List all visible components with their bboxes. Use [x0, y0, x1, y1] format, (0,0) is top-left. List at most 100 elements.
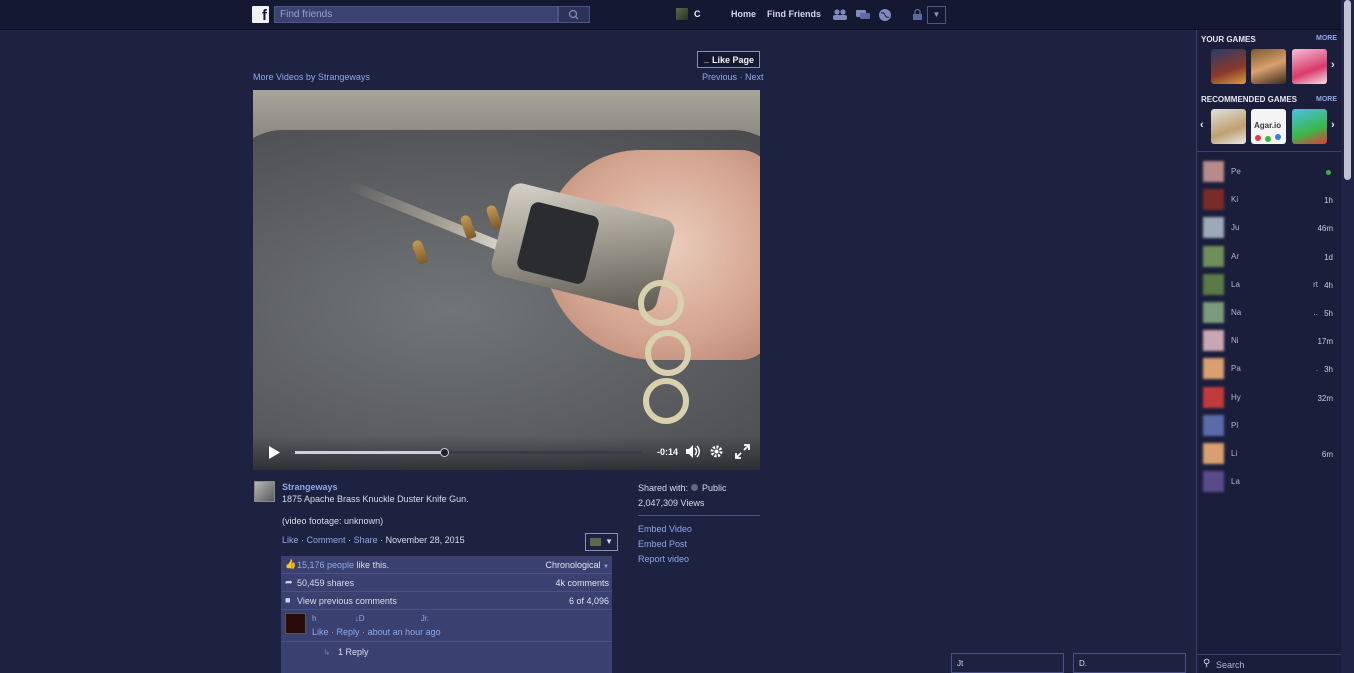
- embed-video-link[interactable]: Embed Video: [638, 524, 692, 534]
- view-previous-comments-link[interactable]: View previous comments: [297, 596, 397, 606]
- chat-friend-row[interactable]: Li 6m: [1197, 442, 1342, 466]
- comment-sort-dropdown[interactable]: Chronological ▼: [545, 560, 609, 570]
- chat-search-input[interactable]: Search: [1216, 660, 1245, 670]
- post-date: November 28, 2015: [385, 535, 465, 545]
- right-sidebar: YOUR GAMES MORE › RECOMMENDED GAMES MORE…: [1196, 30, 1342, 673]
- shares-link[interactable]: 50,459 shares: [297, 578, 354, 588]
- scrollbar-thumb[interactable]: [1344, 0, 1351, 180]
- play-button[interactable]: [268, 446, 280, 459]
- video-player[interactable]: -0:14: [253, 90, 760, 470]
- commenter-name[interactable]: h ↓D Jr.: [312, 614, 429, 623]
- friend-avatar: [1203, 358, 1224, 380]
- view-replies-link[interactable]: 1 Reply: [338, 647, 369, 657]
- friend-avatar: [1203, 189, 1224, 211]
- game-tile[interactable]: [1211, 49, 1246, 84]
- find-friends-link[interactable]: Find Friends: [767, 9, 821, 19]
- facebook-logo[interactable]: f: [252, 6, 269, 24]
- chat-tab[interactable]: D.: [1073, 653, 1186, 673]
- game-tile[interactable]: [1292, 109, 1327, 144]
- search-input[interactable]: Find friends: [274, 6, 558, 23]
- comment-time[interactable]: about an hour ago: [368, 627, 441, 637]
- your-games-more-link[interactable]: MORE: [1316, 35, 1337, 42]
- chat-friend-row[interactable]: Pe: [1197, 160, 1342, 184]
- chat-friend-row[interactable]: Ni 17m: [1197, 329, 1342, 353]
- commenter-avatar[interactable]: [285, 613, 306, 634]
- page-avatar[interactable]: [254, 481, 275, 502]
- messages-icon[interactable]: [855, 8, 870, 21]
- game-tile[interactable]: [1292, 49, 1327, 84]
- video-scrubber-handle[interactable]: [439, 448, 449, 457]
- friend-name: Li: [1231, 449, 1238, 458]
- your-games-heading: YOUR GAMES: [1201, 35, 1256, 44]
- recommended-more-link[interactable]: MORE: [1316, 96, 1337, 103]
- fullscreen-icon[interactable]: [735, 444, 750, 462]
- shared-with-label: Shared with:: [638, 483, 689, 493]
- account-dropdown-button[interactable]: ▼: [927, 6, 946, 24]
- video-knuckle-ring: [645, 330, 691, 376]
- chat-friend-row[interactable]: La: [1197, 470, 1342, 494]
- friend-name-fragment: .: [1315, 364, 1318, 374]
- chevron-right-icon[interactable]: ›: [1331, 119, 1335, 131]
- chat-friend-row[interactable]: Ju 46m: [1197, 216, 1342, 240]
- likes-count-link[interactable]: 15,176 people: [297, 560, 354, 570]
- online-status-dot: [1326, 170, 1331, 175]
- friend-name: Ni: [1231, 336, 1239, 346]
- friend-requests-icon[interactable]: [832, 8, 847, 21]
- settings-gear-icon[interactable]: [709, 444, 724, 462]
- previous-link[interactable]: Previous: [702, 72, 737, 82]
- user-avatar[interactable]: [676, 8, 688, 20]
- chat-friend-row[interactable]: Pa. 3h: [1197, 357, 1342, 381]
- chat-search[interactable]: ⚲ Search: [1197, 654, 1342, 673]
- agar-io-label: Agar.io: [1254, 121, 1282, 130]
- page-scrollbar[interactable]: [1341, 0, 1354, 673]
- play-icon: [269, 446, 280, 459]
- chevron-down-icon: ▼: [603, 564, 609, 570]
- comment-position: 6 of 4,096: [568, 596, 609, 606]
- next-link[interactable]: Next: [745, 72, 764, 82]
- chat-friend-row[interactable]: Pl: [1197, 414, 1342, 438]
- comment-reply-link[interactable]: Reply: [337, 627, 360, 637]
- video-controls: -0:14: [253, 435, 760, 470]
- profile-link[interactable]: C: [694, 9, 701, 19]
- chevron-right-icon[interactable]: ›: [1331, 59, 1335, 71]
- pagination-separator: ·: [739, 72, 743, 82]
- chat-friend-row[interactable]: Hy 32m: [1197, 386, 1342, 410]
- page-thumbnail-icon: [589, 537, 601, 546]
- friend-name: Ki: [1231, 195, 1239, 205]
- more-videos-link[interactable]: More Videos by Strangeways: [253, 72, 370, 82]
- volume-icon[interactable]: [685, 444, 702, 462]
- chevron-left-icon[interactable]: ‹: [1200, 119, 1204, 131]
- chat-tab[interactable]: Jt: [951, 653, 1064, 673]
- friend-last-active: 5h: [1324, 309, 1333, 318]
- game-tile[interactable]: [1251, 49, 1286, 84]
- privacy-lock-icon[interactable]: [911, 8, 926, 21]
- agar-dot: [1255, 135, 1261, 141]
- chat-friend-row[interactable]: Ar 1d: [1197, 245, 1342, 269]
- home-link[interactable]: Home: [731, 9, 756, 19]
- post-footage-note: (video footage: unknown): [282, 516, 384, 526]
- friend-name: Hy: [1231, 392, 1241, 402]
- share-arrow-icon: ➦: [285, 577, 293, 587]
- chat-friend-row[interactable]: Ki 1h: [1197, 188, 1342, 212]
- report-video-link[interactable]: Report video: [638, 554, 689, 564]
- divider: [638, 515, 760, 516]
- friend-name: Pe: [1231, 167, 1241, 176]
- notifications-globe-icon[interactable]: [878, 8, 893, 21]
- shared-with-value: Public: [702, 483, 727, 493]
- video-progress-bar[interactable]: [295, 448, 641, 457]
- share-link[interactable]: Share: [354, 535, 378, 545]
- post-options-button[interactable]: ▼: [585, 533, 618, 551]
- game-tile[interactable]: [1211, 109, 1246, 144]
- like-link[interactable]: Like: [282, 535, 299, 545]
- embed-post-link[interactable]: Embed Post: [638, 539, 687, 549]
- comment-link[interactable]: Comment: [307, 535, 346, 545]
- comments-count: 4k comments: [555, 578, 609, 588]
- like-page-button[interactable]: _ Like Page: [697, 51, 760, 68]
- agar-io-game-tile[interactable]: Agar.io: [1251, 109, 1286, 144]
- post-author-link[interactable]: Strangeways: [282, 482, 338, 492]
- chat-friend-row[interactable]: Na.. 5h: [1197, 301, 1342, 325]
- comment-like-link[interactable]: Like: [312, 627, 329, 637]
- friend-avatar: [1203, 161, 1224, 182]
- search-button[interactable]: [558, 6, 590, 23]
- chat-friend-row[interactable]: La rt 4h: [1197, 273, 1342, 297]
